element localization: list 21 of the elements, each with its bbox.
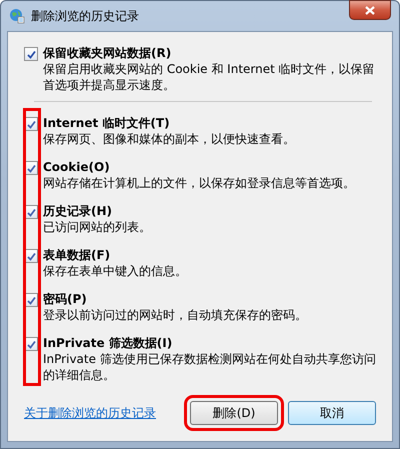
option-description: 保存网页、图像和媒体的副本，以便快速查看。	[43, 131, 295, 147]
option-description: 登录以前访问过的网站时，自动填充保存的密码。	[43, 307, 307, 323]
option-description: 网站存储在计算机上的文件，以保存如登录信息等首选项。	[43, 175, 355, 191]
option-description: 保存在表单中键入的信息。	[43, 263, 187, 279]
option-label[interactable]: InPrivate 筛选数据(I)	[43, 336, 172, 351]
option-label[interactable]: Cookie(O)	[43, 160, 110, 175]
help-link[interactable]: 关于删除浏览的历史记录	[24, 404, 156, 422]
option-description: 已访问网站的列表。	[43, 219, 151, 235]
cancel-button[interactable]: 取消	[288, 401, 376, 425]
option-label[interactable]: 保留收藏夹网站数据(R)	[43, 46, 172, 61]
option-description: InPrivate 筛选使用已保存数据检测网站在何处自动共享您访问的详细信息。	[43, 351, 376, 383]
option-label[interactable]: 密码(P)	[43, 292, 87, 307]
close-icon	[365, 6, 375, 14]
close-button[interactable]	[349, 0, 391, 20]
option-label[interactable]: 表单数据(F)	[43, 248, 110, 263]
option-label[interactable]: Internet 临时文件(T)	[43, 116, 170, 131]
checkbox[interactable]	[24, 47, 38, 61]
window-title: 删除浏览的历史记录	[31, 8, 139, 24]
option-label[interactable]: 历史记录(H)	[43, 204, 112, 219]
globe-icon	[9, 8, 25, 24]
option-description: 保留启用收藏夹网站的 Cookie 和 Internet 临时文件，以保留首选项并提高显示速度。	[43, 61, 376, 93]
